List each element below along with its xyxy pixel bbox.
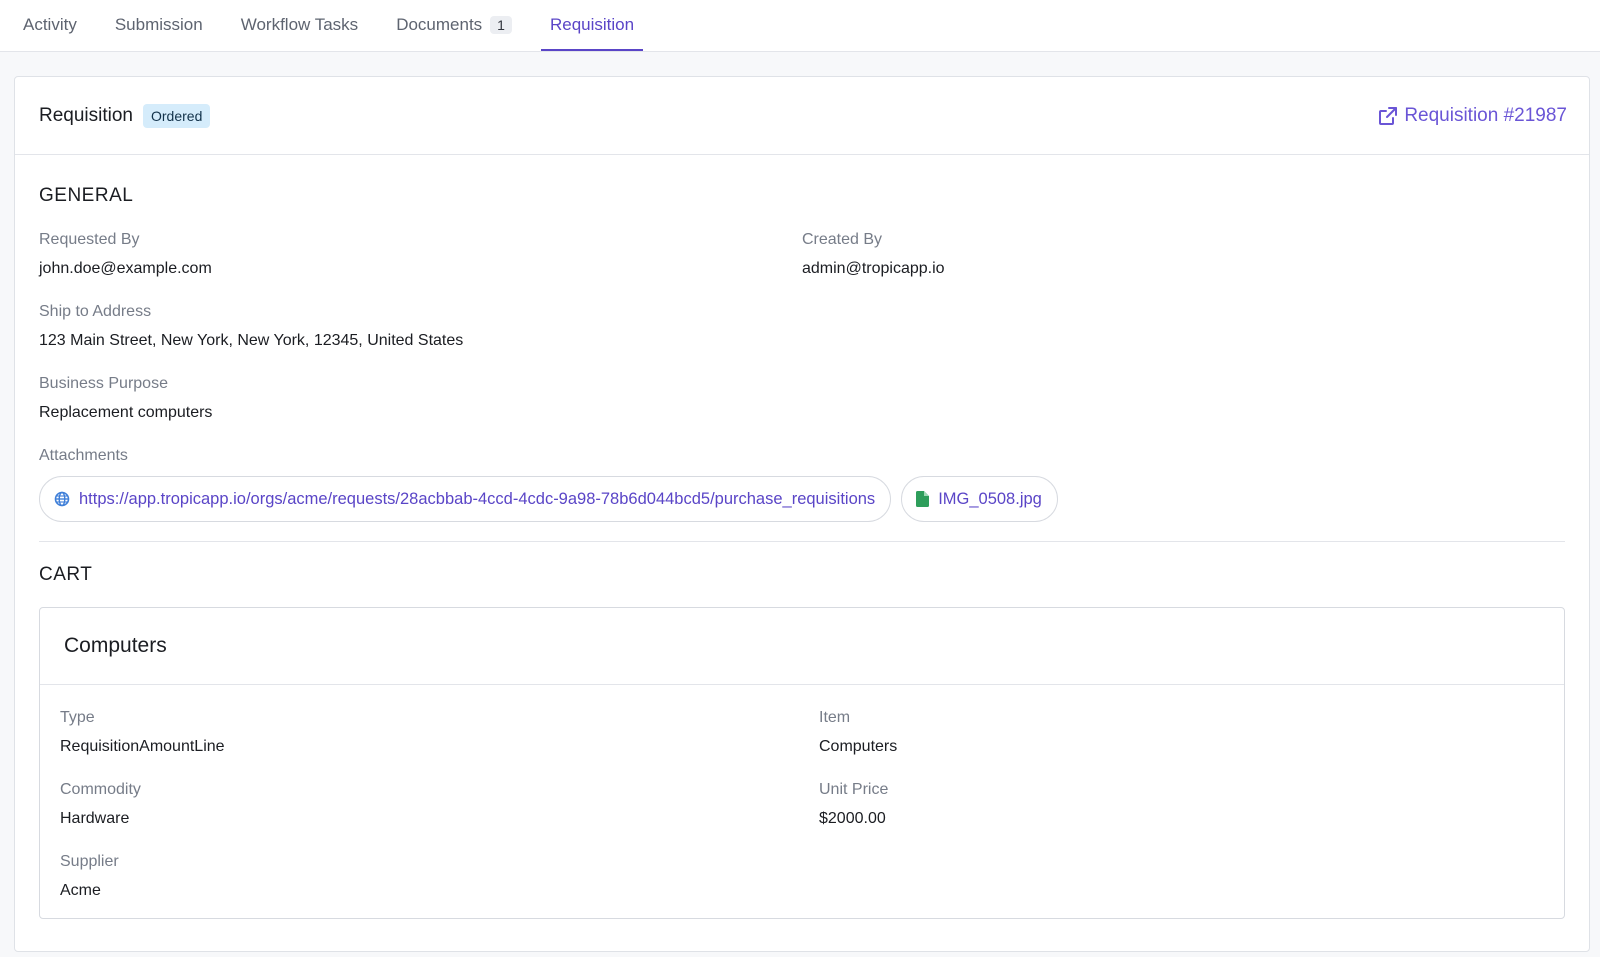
attachment-file-chip[interactable]: IMG_0508.jpg [901,476,1058,522]
general-title: GENERAL [39,185,134,206]
business-purpose-field: Business Purpose Replacement computers [39,374,1565,423]
tab-label: Submission [114,14,203,34]
ship-to-label: Ship to Address [39,303,152,320]
created-by-field: Created By admin@tropicapp.io [802,230,1565,279]
business-purpose-label: Business Purpose [39,375,168,392]
tab-label: Requisition [549,14,635,34]
attachments-list: https://app.tropicapp.io/orgs/acme/reque… [39,476,1565,522]
cart-item-name: Computers [64,634,167,657]
attachment-link-chip[interactable]: https://app.tropicapp.io/orgs/acme/reque… [39,476,892,522]
commodity-value: Hardware [60,810,130,827]
card-header: Requisition Ordered Requisition #21987 [15,77,1589,155]
unit-price-label: Unit Price [819,781,889,798]
business-purpose-value: Replacement computers [39,404,213,421]
tab-bar: Activity Submission Workflow Tasks Docum… [0,0,1600,52]
ship-to-value: 123 Main Street, New York, New York, 123… [39,332,464,349]
tab-documents[interactable]: Documents 1 [387,0,521,51]
type-label: Type [60,709,95,726]
status-badge: Ordered [143,103,211,128]
page-title: Requisition [39,104,133,126]
tab-submission[interactable]: Submission [106,0,212,51]
created-by-value: admin@tropicapp.io [802,260,945,277]
requisition-external-link[interactable]: Requisition #21987 [1378,105,1567,127]
ship-to-field: Ship to Address 123 Main Street, New Yor… [39,302,1565,351]
unit-price-field: Unit Price $2000.00 [802,780,1544,829]
type-value: RequisitionAmountLine [60,738,225,755]
attachment-file-label: IMG_0508.jpg [938,489,1042,508]
card-title-group: Requisition Ordered [39,103,211,128]
attachments-field: Attachments https://app.tropicapp.io/org… [39,446,1565,522]
tab-label: Workflow Tasks [240,14,359,34]
commodity-label: Commodity [60,781,141,798]
requisition-link-label: Requisition #21987 [1404,104,1567,126]
cart-item-card: Computers Type RequisitionAmountLine Ite… [39,607,1565,919]
cart-row-2: Commodity Hardware Unit Price $2000.00 [60,757,1544,829]
attachments-label: Attachments [39,447,128,464]
item-field: Item Computers [802,708,1544,757]
supplier-field: Supplier Acme [60,852,1544,901]
tab-label: Activity [23,14,77,34]
cart-section: CART Computers Type RequisitionAmountLin… [15,564,1589,919]
requisition-card: Requisition Ordered Requisition #21987 G… [14,76,1590,952]
tab-activity[interactable]: Activity [14,0,86,51]
cart-title: CART [39,564,93,585]
item-value: Computers [819,738,898,755]
file-icon [916,491,930,507]
requested-by-value: john.doe@example.com [39,260,212,277]
supplier-value: Acme [60,882,101,899]
unit-price-value: $2000.00 [819,810,886,827]
item-label: Item [819,709,851,726]
requested-by-label: Requested By [39,231,140,248]
tab-label: Documents [396,14,483,34]
attachment-link-label: https://app.tropicapp.io/orgs/acme/reque… [79,489,876,508]
globe-icon [54,491,70,507]
general-section: GENERAL Requested By john.doe@example.co… [15,185,1589,542]
tab-requisition[interactable]: Requisition [540,0,644,51]
commodity-field: Commodity Hardware [60,780,802,829]
cart-row-1: Type RequisitionAmountLine Item Computer… [60,685,1544,757]
section-divider [39,541,1565,542]
general-row-1: Requested By john.doe@example.com Create… [39,207,1565,279]
tab-workflow-tasks[interactable]: Workflow Tasks [232,0,367,51]
external-link-icon [1379,106,1398,125]
cart-item-header: Computers [40,608,1564,685]
requested-by-field: Requested By john.doe@example.com [39,230,802,279]
supplier-label: Supplier [60,853,119,870]
cart-item-body: Type RequisitionAmountLine Item Computer… [40,685,1564,901]
documents-count-badge: 1 [490,15,512,34]
type-field: Type RequisitionAmountLine [60,708,802,757]
created-by-label: Created By [802,231,883,248]
